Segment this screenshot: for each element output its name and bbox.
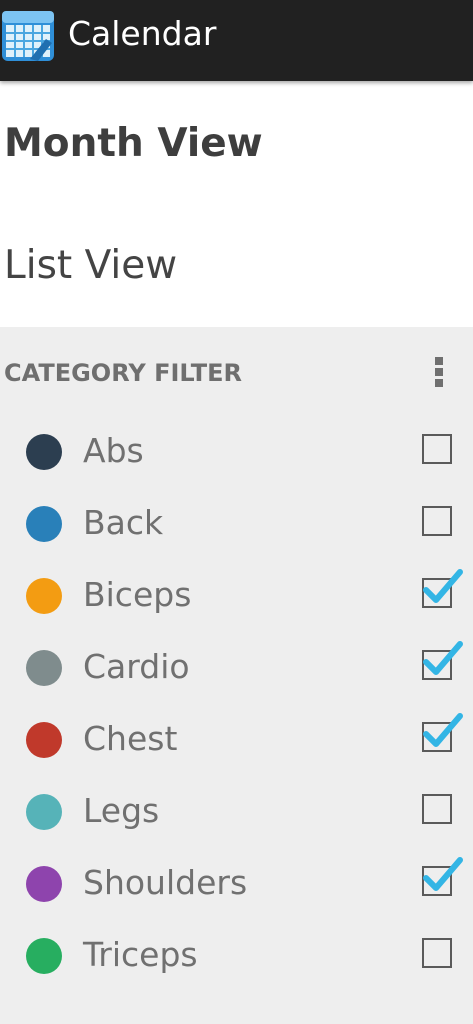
category-label: Triceps — [83, 935, 198, 974]
category-label: Biceps — [83, 575, 192, 614]
category-color-dot — [26, 578, 62, 614]
view-selector: Month View List View — [0, 81, 473, 327]
category-checkbox[interactable] — [422, 857, 463, 896]
category-color-dot — [26, 866, 62, 902]
category-checkbox[interactable] — [422, 794, 452, 824]
category-filter-header: CATEGORY FILTER — [4, 359, 242, 387]
category-checkbox[interactable] — [422, 938, 452, 968]
list-view-option[interactable]: List View — [4, 243, 177, 288]
category-row-chest[interactable]: Chest — [0, 705, 473, 777]
overflow-menu-icon[interactable] — [427, 355, 451, 389]
checkmark-icon — [423, 857, 463, 891]
category-row-biceps[interactable]: Biceps — [0, 561, 473, 633]
category-label: Shoulders — [83, 863, 248, 902]
category-label: Abs — [83, 431, 144, 470]
category-row-back[interactable]: Back — [0, 489, 473, 561]
category-checkbox[interactable] — [422, 506, 452, 536]
category-label: Chest — [83, 719, 178, 758]
category-color-dot — [26, 506, 62, 542]
category-row-triceps[interactable]: Triceps — [0, 921, 473, 993]
category-label: Cardio — [83, 647, 190, 686]
category-label: Legs — [83, 791, 160, 830]
category-color-dot — [26, 794, 62, 830]
category-checkbox[interactable] — [422, 569, 463, 608]
month-view-option[interactable]: Month View — [4, 121, 263, 166]
category-row-cardio[interactable]: Cardio — [0, 633, 473, 705]
checkmark-icon — [423, 641, 463, 675]
category-color-dot — [26, 650, 62, 686]
calendar-app-icon[interactable] — [0, 5, 58, 63]
category-color-dot — [26, 434, 62, 470]
category-checkbox[interactable] — [422, 434, 452, 464]
checkmark-icon — [423, 569, 463, 603]
category-filter-section: CATEGORY FILTER Abs Back Biceps Cardio Chest… — [0, 327, 473, 1024]
action-bar: Calendar — [0, 0, 473, 81]
category-checkbox[interactable] — [422, 641, 463, 680]
category-row-legs[interactable]: Legs — [0, 777, 473, 849]
category-color-dot — [26, 722, 62, 758]
category-row-abs[interactable]: Abs — [0, 417, 473, 489]
category-color-dot — [26, 938, 62, 974]
app-title: Calendar — [68, 14, 217, 53]
category-checkbox[interactable] — [422, 713, 463, 752]
checkmark-icon — [423, 713, 463, 747]
category-label: Back — [83, 503, 164, 542]
category-row-shoulders[interactable]: Shoulders — [0, 849, 473, 921]
